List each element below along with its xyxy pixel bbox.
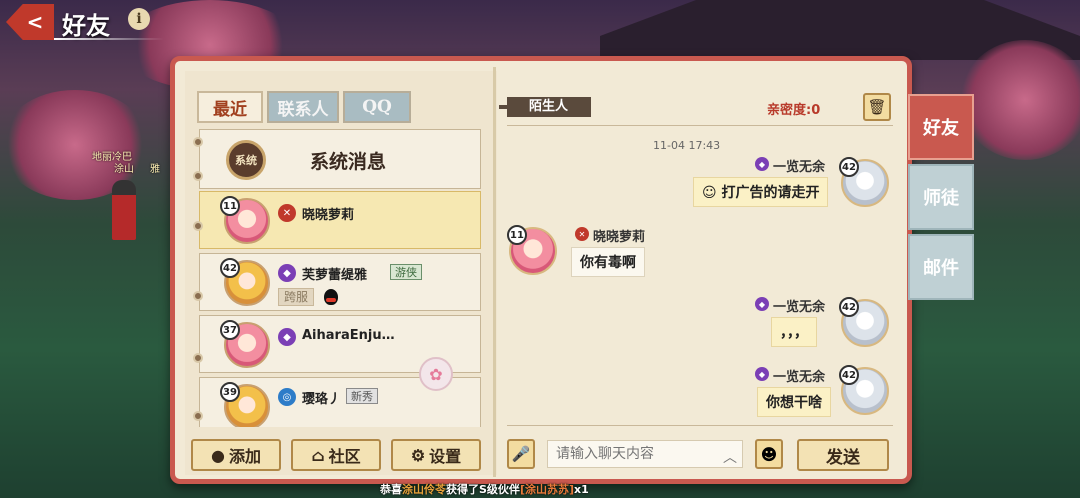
message-text: ，，， bbox=[780, 325, 808, 341]
chat-input-divider bbox=[507, 425, 893, 426]
system-broadcast: 恭喜涂山伶苓获得了S级伙伴[涂山苏苏]x1 bbox=[380, 481, 589, 497]
message-text: 你有毒啊 bbox=[580, 255, 636, 271]
intimacy-label: 亲密度: bbox=[767, 103, 812, 118]
house-icon: ⌂ bbox=[311, 445, 325, 465]
community-button[interactable]: ⌂ 社区 bbox=[291, 439, 381, 471]
school-icon: ◆ bbox=[278, 328, 296, 346]
trash-icon: 🗑 bbox=[867, 98, 887, 116]
stranger-tag: 陌生人 bbox=[499, 97, 591, 117]
class-tag: 游侠 bbox=[390, 264, 422, 280]
send-button[interactable]: 发送 bbox=[797, 439, 889, 471]
tab-contacts[interactable]: 联系人 bbox=[267, 91, 339, 123]
broadcast-item: [涂山苏苏] bbox=[519, 483, 574, 496]
system-messages-title: 系统消息 bbox=[310, 151, 387, 173]
message-sender: 一览无余 bbox=[773, 370, 826, 385]
cherry-tree bbox=[960, 40, 1080, 160]
cross-server-badge: 跨服 bbox=[278, 288, 315, 306]
message-text: 打广告的请走开 bbox=[721, 185, 820, 201]
school-icon: ◎ bbox=[278, 388, 296, 406]
list-item-system-messages[interactable]: 系统 系统消息 bbox=[199, 129, 481, 189]
panel-divider bbox=[493, 67, 496, 477]
npc-name-label: 雅 bbox=[150, 164, 160, 175]
intimacy-readout: 亲密度:0 bbox=[767, 99, 820, 118]
binder-ring-icon bbox=[193, 411, 203, 421]
chat-timestamp: 11-04 17:43 bbox=[653, 139, 721, 152]
smile-icon: ☻ bbox=[760, 444, 778, 464]
message-sender: 晓晓萝莉 bbox=[593, 230, 646, 245]
broadcast-suffix: x1 bbox=[574, 483, 589, 496]
chat-input[interactable] bbox=[547, 440, 743, 468]
list-item[interactable]: 11 ✕ 晓晓萝莉 bbox=[199, 191, 481, 249]
binder-ring-icon bbox=[193, 137, 203, 147]
friend-name: 芙萝蕾缇雅 bbox=[302, 268, 368, 283]
voice-button[interactable]: 🎤 bbox=[507, 439, 535, 469]
emoji-button[interactable]: ☻ bbox=[755, 439, 783, 469]
add-friend-button[interactable]: ● 添加 bbox=[191, 439, 281, 471]
npc-name-label: 涂山 bbox=[114, 164, 134, 175]
friend-name: 晓晓萝莉 bbox=[302, 208, 355, 223]
settings-button[interactable]: ⚙ 设置 bbox=[391, 439, 481, 471]
side-tab-mentorship[interactable]: 师徒 bbox=[908, 164, 974, 230]
binder-ring-icon bbox=[193, 353, 203, 363]
broadcast-prefix: 恭喜 bbox=[380, 483, 402, 496]
broadcast-player: 涂山伶苓 bbox=[402, 483, 446, 496]
message-bubble: ☺ 打广告的请走开 bbox=[693, 177, 829, 207]
friend-name: 璎珞丿 bbox=[302, 392, 342, 407]
level-badge: 42 bbox=[839, 157, 859, 177]
message-text: 你想干啥 bbox=[766, 395, 822, 411]
school-icon: ✕ bbox=[278, 204, 296, 222]
delete-chat-button[interactable]: 🗑 bbox=[863, 93, 891, 121]
class-tag: 新秀 bbox=[346, 388, 378, 404]
settings-label: 设置 bbox=[429, 447, 462, 466]
binder-ring-icon bbox=[193, 171, 203, 181]
info-icon[interactable]: i bbox=[128, 8, 150, 30]
microphone-icon: 🎤 bbox=[511, 445, 531, 463]
level-badge: 42 bbox=[839, 365, 859, 385]
level-badge: 39 bbox=[220, 382, 240, 402]
flower-float-icon[interactable]: ✿ bbox=[419, 357, 453, 391]
intimacy-value: 0 bbox=[811, 103, 821, 118]
system-badge-icon: 系统 bbox=[226, 140, 266, 180]
community-label: 社区 bbox=[328, 447, 361, 466]
broadcast-middle: 获得了S级伙伴 bbox=[446, 483, 520, 496]
binder-ring-icon bbox=[193, 221, 203, 231]
message-sender: 一览无余 bbox=[773, 160, 826, 175]
side-tab-friends[interactable]: 好友 bbox=[908, 94, 974, 160]
side-tab-mail[interactable]: 邮件 bbox=[908, 234, 974, 300]
message-bubble: ，，， bbox=[771, 317, 817, 347]
add-label: 添加 bbox=[228, 447, 261, 466]
message-sender: 一览无余 bbox=[773, 300, 826, 315]
message-bubble: 你想干啥 bbox=[757, 387, 831, 417]
level-badge: 11 bbox=[507, 225, 527, 245]
friend-name: AiharaEnju… bbox=[302, 328, 395, 343]
list-item[interactable]: 42 ◆ 芙萝蕾缇雅 游侠 跨服 bbox=[199, 253, 481, 311]
school-icon: ◆ bbox=[755, 297, 769, 311]
person-icon: ● bbox=[211, 445, 225, 465]
message-bubble: 你有毒啊 bbox=[571, 247, 645, 277]
level-badge: 11 bbox=[220, 196, 240, 216]
npc-character[interactable] bbox=[112, 180, 136, 240]
school-icon: ◆ bbox=[755, 157, 769, 171]
school-icon: ✕ bbox=[575, 227, 589, 241]
gear-icon: ⚙ bbox=[410, 445, 426, 465]
tab-qq[interactable]: QQ bbox=[343, 91, 411, 123]
binder-ring-icon bbox=[193, 291, 203, 301]
back-arrow-icon: < bbox=[26, 10, 44, 34]
level-badge: 42 bbox=[220, 258, 240, 278]
smile-emoji-icon: ☺ bbox=[702, 185, 717, 201]
school-icon: ◆ bbox=[278, 264, 296, 282]
friends-panel: 最近 联系人 QQ 系统 系统消息 11 ✕ 晓晓萝莉 42 ◆ 芙萝蕾缇雅 游… bbox=[170, 56, 912, 484]
chevron-up-icon[interactable]: ︿ bbox=[723, 447, 737, 467]
qq-penguin-icon bbox=[324, 289, 338, 305]
level-badge: 42 bbox=[839, 297, 859, 317]
page-title: 好友 bbox=[62, 11, 110, 40]
tab-recent[interactable]: 最近 bbox=[197, 91, 263, 123]
title-underline bbox=[54, 38, 164, 40]
school-icon: ◆ bbox=[755, 367, 769, 381]
back-button[interactable]: < bbox=[6, 4, 54, 40]
level-badge: 37 bbox=[220, 320, 240, 340]
chat-header-divider bbox=[507, 125, 893, 126]
